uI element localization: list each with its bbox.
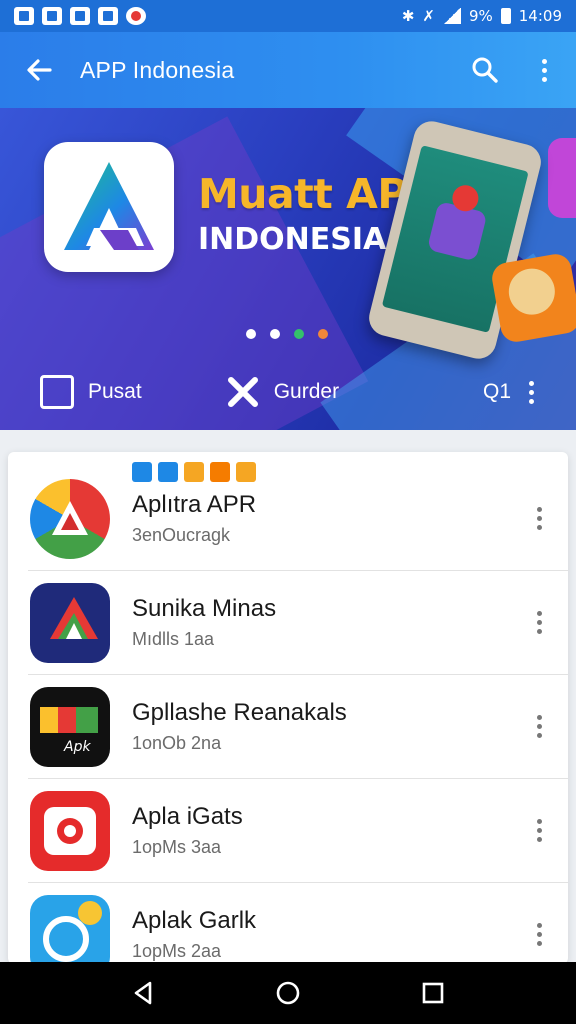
- app-name: Aplıtra APR: [132, 491, 257, 518]
- blue-circle-icon: [30, 894, 110, 964]
- notification-icon: [98, 7, 118, 25]
- app-bar: APP Indonesia: [0, 32, 576, 108]
- q1-label: Q1: [482, 380, 511, 403]
- app-subtitle: 1opMs 2aa: [132, 941, 222, 961]
- search-icon[interactable]: [470, 55, 500, 85]
- gradient-a-icon: [30, 478, 110, 559]
- carousel-dot: [270, 329, 280, 339]
- recents-square-icon[interactable]: [419, 979, 447, 1007]
- apk-logo-icon: [44, 142, 174, 272]
- banner-more-icon[interactable]: [529, 380, 534, 404]
- clock: 14:09: [518, 7, 562, 25]
- carousel-dot: [246, 329, 256, 339]
- notification-icon: [42, 7, 62, 25]
- carousel-dot: [294, 329, 304, 339]
- app-subtitle: 3enOucragk: [132, 525, 231, 545]
- tools-icon: [226, 375, 260, 409]
- app-name: Apla iGats: [132, 803, 243, 830]
- item-more-icon[interactable]: [537, 715, 542, 738]
- navy-arrow-icon: [30, 582, 110, 663]
- back-triangle-icon[interactable]: [129, 979, 157, 1007]
- carousel-dot: [318, 329, 328, 339]
- gurder-label: Gurder: [273, 380, 340, 403]
- app-subtitle: 1opMs 3aa: [132, 837, 222, 857]
- bluetooth-icon: ✱: [401, 7, 415, 25]
- pusat-label: Pusat: [88, 380, 142, 403]
- system-icons: ✱ ✗ 9% 14:09: [402, 7, 562, 25]
- promo-banner[interactable]: Muatt APK INDONESIA Pusat Gurder Q1: [0, 108, 576, 430]
- page-title: APP Indonesia: [80, 56, 235, 83]
- back-arrow-icon[interactable]: [24, 55, 54, 85]
- item-more-icon[interactable]: [537, 819, 542, 842]
- app-list: Aplıtra APR 3enOucragk Sunika Minas Mıdl…: [8, 452, 568, 964]
- banner-subtitle: INDONESIA: [198, 222, 387, 257]
- home-circle-icon[interactable]: [274, 979, 302, 1007]
- folder-icon: [40, 375, 74, 409]
- app-subtitle: Mıdlls 1aa: [132, 629, 215, 649]
- apk-logo-icon: Apk: [30, 686, 110, 767]
- carousel-indicator: [246, 329, 328, 339]
- app-name: Gpllashe Reanakals: [132, 699, 347, 726]
- app-name: Aplak Garlk: [132, 907, 257, 934]
- list-item[interactable]: Apk Gpllashe Reanakals 1onOb 2na: [8, 674, 568, 779]
- battery-icon: [500, 8, 511, 24]
- item-more-icon[interactable]: [537, 611, 542, 634]
- app-subtitle: 1onOb 2na: [132, 733, 222, 753]
- list-item[interactable]: Aplak Garlk 1opMs 2aa: [8, 882, 568, 964]
- q1-button[interactable]: Q1: [483, 380, 511, 404]
- camera-icon: [30, 790, 110, 871]
- list-item[interactable]: Sunika Minas Mıdlls 1aa: [8, 570, 568, 675]
- item-more-icon[interactable]: [537, 507, 542, 530]
- mute-icon: ✗: [422, 7, 435, 25]
- notification-icons: [14, 7, 146, 25]
- notification-icon: [14, 7, 34, 25]
- banner-nav: Pusat Gurder Q1: [0, 364, 576, 420]
- list-item[interactable]: Aplıtra APR 3enOucragk: [8, 466, 568, 571]
- mascot-card: [489, 251, 576, 345]
- list-item[interactable]: Apla iGats 1opMs 3aa: [8, 778, 568, 883]
- system-nav-bar: [0, 962, 576, 1024]
- app-name: Sunika Minas: [132, 595, 277, 622]
- battery-percent: 9%: [468, 7, 493, 25]
- status-bar: ✱ ✗ 9% 14:09: [0, 0, 576, 32]
- item-more-icon[interactable]: [537, 923, 542, 946]
- signal-icon: [442, 8, 461, 24]
- notification-icon: [126, 7, 146, 25]
- gurder-button[interactable]: Gurder: [226, 375, 339, 409]
- svg-text:Apk: Apk: [63, 739, 91, 755]
- decorative-card: [548, 138, 576, 218]
- overflow-menu-icon[interactable]: [534, 55, 554, 85]
- pusat-button[interactable]: Pusat: [40, 375, 142, 409]
- notification-icon: [70, 7, 90, 25]
